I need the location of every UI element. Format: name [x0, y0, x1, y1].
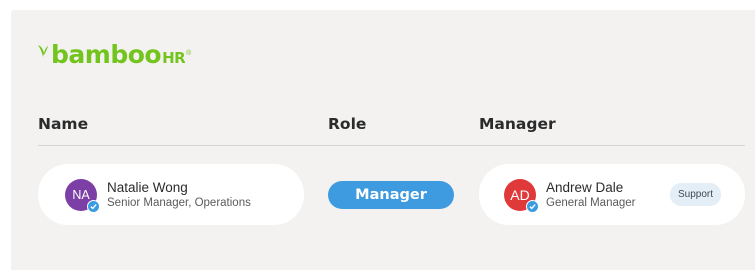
employee-initials: NA	[72, 187, 90, 202]
manager-initials: AD	[510, 186, 530, 203]
employee-info: Natalie Wong Senior Manager, Operations	[107, 179, 251, 211]
verified-check-icon	[526, 199, 539, 213]
employee-avatar[interactable]: NA	[65, 178, 100, 213]
manager-card[interactable]: AD Andrew Dale General Manager Support	[479, 164, 745, 225]
column-header-role[interactable]: Role	[328, 115, 366, 133]
column-header-name[interactable]: Name	[38, 115, 88, 133]
manager-name[interactable]: Andrew Dale	[546, 179, 636, 196]
manager-info: Andrew Dale General Manager	[546, 179, 636, 211]
bamboohr-logo: bamboo HR ®	[37, 40, 191, 70]
registered-mark: ®	[186, 49, 192, 57]
manager-title: General Manager	[546, 196, 636, 209]
manager-avatar[interactable]: AD	[504, 178, 539, 213]
employee-title: Senior Manager, Operations	[107, 196, 251, 209]
verified-check-icon	[87, 199, 100, 213]
header-divider	[38, 145, 745, 146]
leaf-icon	[38, 45, 48, 57]
role-badge: Manager	[328, 181, 454, 209]
logo-suffix: HR	[162, 49, 186, 67]
employee-name[interactable]: Natalie Wong	[107, 179, 251, 196]
support-tag: Support	[669, 183, 721, 206]
logo-word: bamboo	[51, 40, 162, 69]
column-header-manager[interactable]: Manager	[479, 115, 556, 133]
employee-card[interactable]: NA Natalie Wong Senior Manager, Operatio…	[38, 164, 304, 225]
